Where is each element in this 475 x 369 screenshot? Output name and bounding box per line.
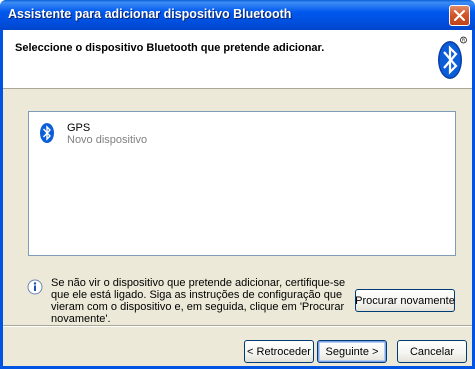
- footer-divider: [3, 325, 472, 327]
- search-again-button[interactable]: Procurar novamente: [355, 289, 455, 312]
- window-title: Assistente para adicionar dispositivo Bl…: [8, 7, 292, 21]
- bluetooth-logo: R: [438, 36, 467, 79]
- device-name: GPS: [67, 122, 91, 134]
- title-bar[interactable]: Assistente para adicionar dispositivo Bl…: [0, 0, 475, 30]
- page-instruction: Seleccione o dispositivo Bluetooth que p…: [15, 42, 325, 54]
- device-list[interactable]: GPS Novo dispositivo: [28, 111, 456, 256]
- close-button[interactable]: [449, 5, 470, 26]
- bluetooth-icon: [40, 123, 54, 143]
- device-status: Novo dispositivo: [67, 134, 148, 146]
- list-item[interactable]: GPS Novo dispositivo: [39, 120, 239, 150]
- dialog-body: Seleccione o dispositivo Bluetooth que p…: [3, 30, 472, 366]
- wizard-header: Seleccione o dispositivo Bluetooth que p…: [3, 30, 472, 89]
- next-button[interactable]: Seguinte >: [317, 340, 387, 363]
- close-icon: [454, 10, 465, 21]
- back-button[interactable]: < Retroceder: [244, 340, 314, 363]
- info-message: Se não vir o dispositivo que pretende ad…: [51, 277, 346, 325]
- info-icon: [27, 279, 43, 295]
- wizard-window: Assistente para adicionar dispositivo Bl…: [0, 0, 475, 369]
- cancel-button[interactable]: Cancelar: [397, 340, 467, 363]
- svg-text:R: R: [462, 38, 466, 43]
